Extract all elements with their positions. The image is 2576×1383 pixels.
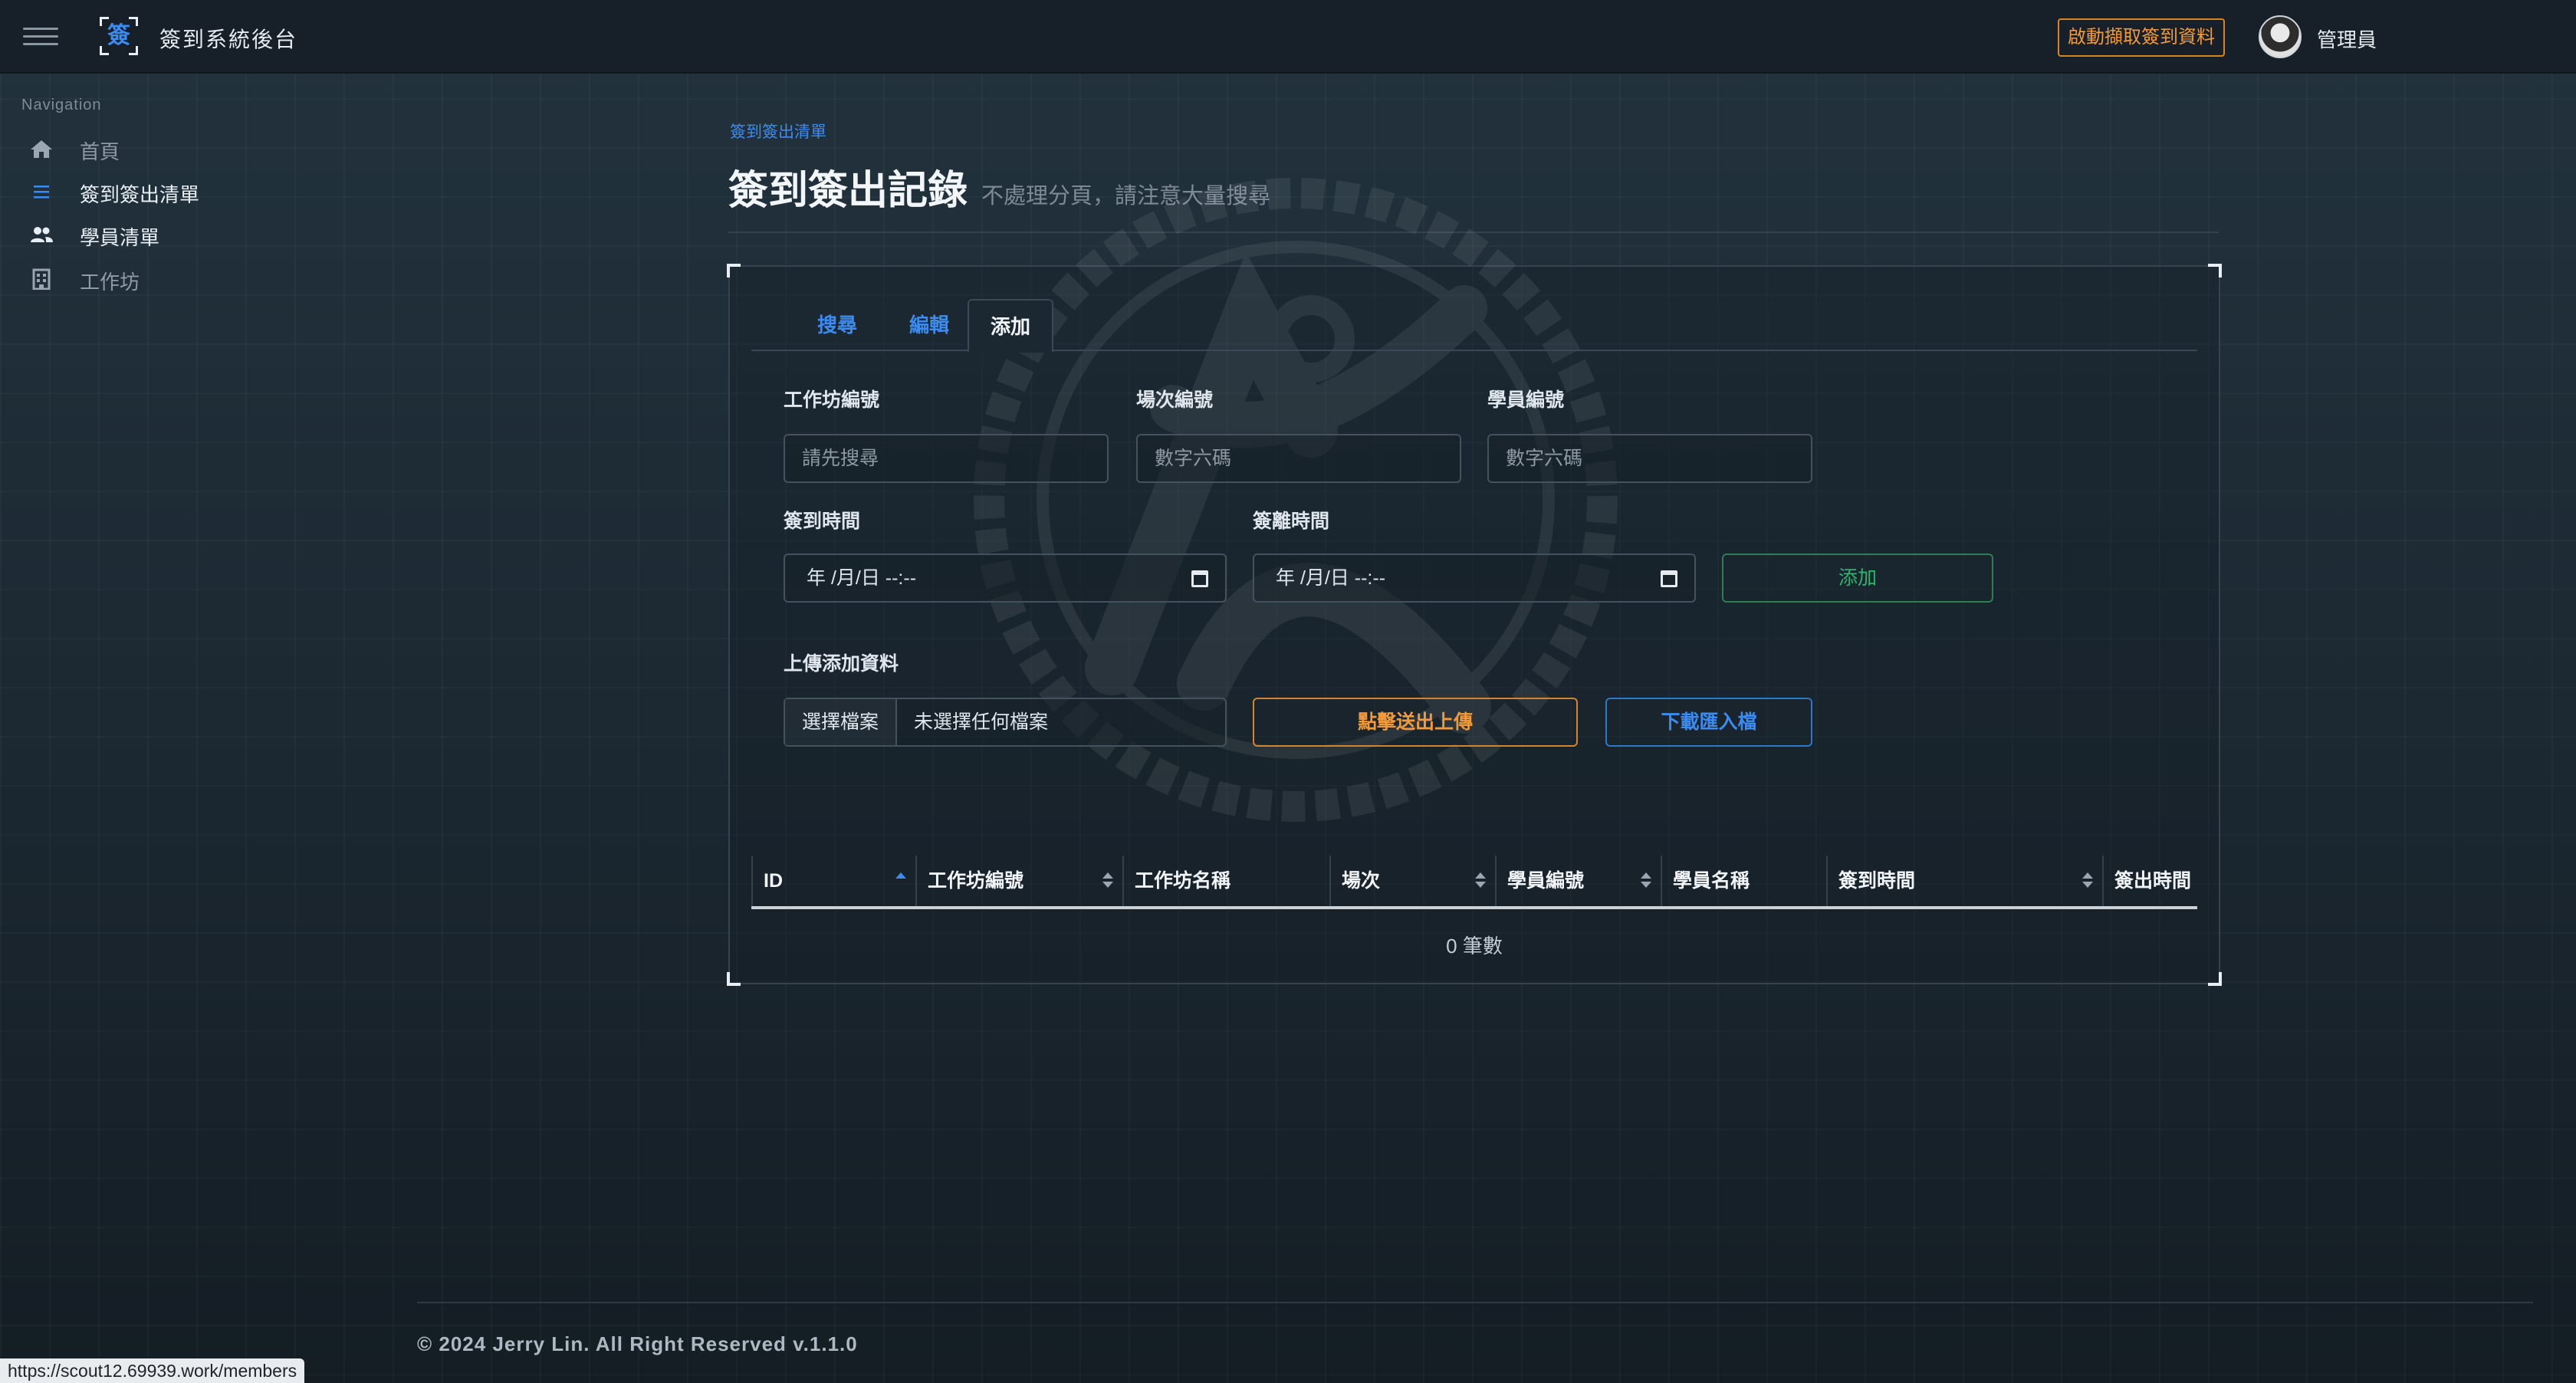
checkout-time-value: 年 /月/日 --:-- bbox=[1276, 567, 1386, 589]
sidebar-item-checkin-list[interactable]: 簽到簽出清單 bbox=[29, 176, 274, 207]
checkout-time-input[interactable]: 年 /月/日 --:-- bbox=[1253, 554, 1696, 603]
student-id-label: 學員編號 bbox=[1487, 389, 1565, 411]
app-title[interactable]: 簽到系統後台 bbox=[159, 23, 297, 54]
sidebar-item-workshop[interactable]: 工作坊 bbox=[29, 264, 274, 294]
column-label: 學員名稱 bbox=[1673, 870, 1750, 892]
sidebar-item-label: 首頁 bbox=[80, 140, 120, 163]
sort-icon[interactable] bbox=[1641, 872, 1651, 889]
top-bar: 簽 簽到系統後台 啟動擷取簽到資料 管理員 bbox=[0, 0, 2576, 74]
nav-heading: Navigation bbox=[21, 97, 102, 113]
sidebar-item-label: 工作坊 bbox=[80, 271, 140, 294]
sort-icon[interactable] bbox=[1475, 872, 1486, 889]
sort-icon[interactable] bbox=[1102, 872, 1113, 889]
column-header-session[interactable]: 場次 bbox=[1331, 856, 1497, 906]
sidebar-item-students[interactable]: 學員清單 bbox=[29, 219, 274, 250]
tab-edit[interactable]: 編輯 bbox=[889, 299, 969, 351]
choose-file-button[interactable]: 選擇檔案 bbox=[785, 699, 897, 745]
table-header: ID 工作坊編號 工作坊名稱 場次 學員編號 學員名稱 簽到時間 簽出時間 bbox=[751, 856, 2197, 909]
logo-char: 簽 bbox=[107, 23, 130, 48]
sidebar-item-label: 學員清單 bbox=[80, 226, 160, 249]
calendar-icon[interactable] bbox=[1191, 570, 1208, 587]
users-icon bbox=[31, 227, 53, 242]
page-title: 簽到簽出記錄 bbox=[728, 169, 968, 213]
sidebar-item-home[interactable]: 首頁 bbox=[29, 133, 274, 164]
footer-divider bbox=[417, 1302, 2533, 1303]
file-status: 未選擇任何檔案 bbox=[914, 711, 1049, 733]
status-bar-url: https://scout12.69939.work/members bbox=[0, 1358, 305, 1383]
column-header-id[interactable]: ID bbox=[751, 856, 917, 906]
student-id-input[interactable] bbox=[1487, 434, 1812, 483]
column-header-workshop-name[interactable]: 工作坊名稱 bbox=[1124, 856, 1331, 906]
calendar-icon[interactable] bbox=[1661, 570, 1677, 587]
column-header-checkin-time[interactable]: 簽到時間 bbox=[1828, 856, 2104, 906]
column-label: 簽出時間 bbox=[2114, 870, 2192, 892]
tab-add[interactable]: 添加 bbox=[968, 299, 1053, 353]
workshop-id-label: 工作坊編號 bbox=[784, 389, 880, 411]
upload-label: 上傳添加資料 bbox=[784, 653, 899, 675]
home-icon bbox=[31, 140, 52, 158]
avatar[interactable] bbox=[2259, 15, 2302, 58]
download-template-button[interactable]: 下載匯入檔 bbox=[1605, 698, 1812, 747]
form-tabs: 搜尋 編輯 添加 bbox=[751, 299, 2197, 353]
column-header-student-name[interactable]: 學員名稱 bbox=[1662, 856, 1828, 906]
column-header-student-id[interactable]: 學員編號 bbox=[1497, 856, 1662, 906]
workshop-id-input[interactable] bbox=[784, 434, 1109, 483]
breadcrumb[interactable]: 簽到簽出清單 bbox=[730, 120, 826, 143]
column-label: 場次 bbox=[1342, 870, 1381, 892]
user-name[interactable]: 管理員 bbox=[2317, 25, 2377, 53]
file-input[interactable]: 選擇檔案 未選擇任何檔案 bbox=[784, 698, 1227, 747]
add-button[interactable]: 添加 bbox=[1722, 554, 1993, 603]
tab-search[interactable]: 搜尋 bbox=[797, 299, 877, 351]
upload-submit-button[interactable]: 點擊送出上傳 bbox=[1253, 698, 1578, 747]
column-label: 工作坊名稱 bbox=[1135, 870, 1231, 892]
column-label: 簽到時間 bbox=[1838, 870, 1916, 892]
column-label: 學員編號 bbox=[1507, 870, 1585, 892]
checkout-time-label: 簽離時間 bbox=[1253, 511, 1330, 532]
record-count: 0 筆數 bbox=[1446, 935, 1503, 958]
checkin-time-label: 簽到時間 bbox=[784, 511, 861, 532]
menu-toggle-icon[interactable] bbox=[23, 28, 58, 46]
sort-icon[interactable] bbox=[2082, 872, 2093, 889]
checkin-time-value: 年 /月/日 --:-- bbox=[807, 567, 917, 589]
checkin-time-input[interactable]: 年 /月/日 --:-- bbox=[784, 554, 1227, 603]
list-icon bbox=[34, 186, 49, 199]
copyright: © 2024 Jerry Lin. All Right Reserved v.1… bbox=[417, 1332, 858, 1355]
sidebar-item-label: 簽到簽出清單 bbox=[80, 183, 200, 206]
column-header-checkout-time[interactable]: 簽出時間 bbox=[2104, 856, 2197, 906]
session-id-input[interactable] bbox=[1136, 434, 1461, 483]
column-label: ID bbox=[764, 870, 783, 892]
app-logo[interactable]: 簽 bbox=[100, 17, 138, 55]
column-header-workshop-id[interactable]: 工作坊編號 bbox=[917, 856, 1124, 906]
sort-ascending-icon[interactable] bbox=[895, 872, 906, 889]
fetch-checkin-data-button[interactable]: 啟動擷取簽到資料 bbox=[2058, 18, 2225, 57]
session-id-label: 場次編號 bbox=[1136, 389, 1214, 411]
column-label: 工作坊編號 bbox=[928, 870, 1024, 892]
building-icon bbox=[32, 268, 51, 290]
